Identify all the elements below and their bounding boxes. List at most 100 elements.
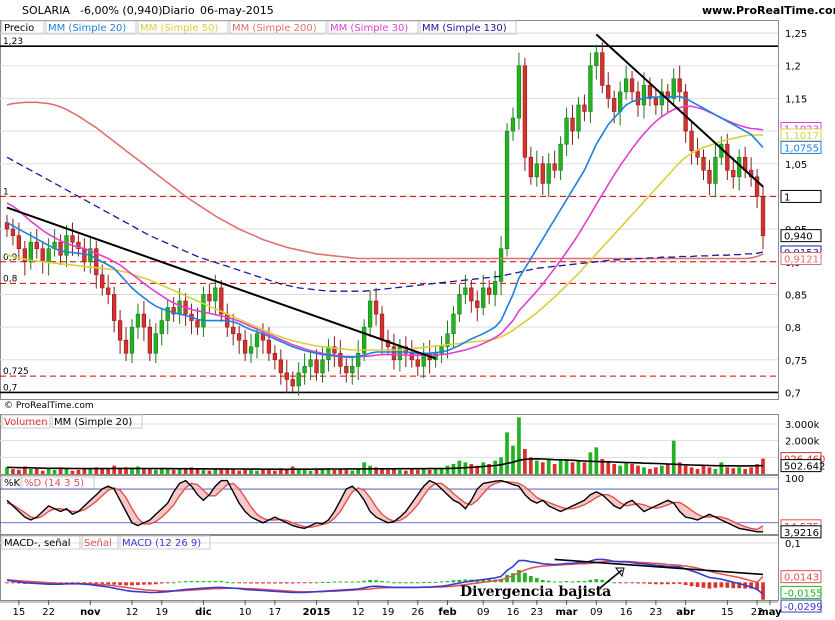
candle: [106, 287, 111, 295]
candle: [612, 98, 617, 112]
macd-histogram-bar: [725, 582, 730, 588]
candle: [165, 307, 170, 321]
volume-bar: [588, 452, 593, 474]
volume-bar: [219, 469, 224, 474]
candle: [344, 366, 349, 374]
x-tick-label: 17: [269, 607, 282, 618]
volume-bar: [195, 469, 200, 474]
candle: [28, 241, 33, 263]
volume-bar: [445, 465, 450, 474]
volume-bar: [582, 462, 587, 474]
macd-histogram-bar: [380, 581, 384, 583]
macd-histogram-bar: [552, 581, 557, 583]
last-value-label: 502.642: [784, 462, 825, 473]
macd-histogram-bar: [112, 582, 116, 585]
macd-histogram-bar: [695, 582, 700, 587]
macd-histogram-bar: [433, 581, 438, 583]
candle: [213, 287, 218, 302]
volume-bar: [654, 467, 658, 474]
macd-histogram-bar: [439, 581, 444, 583]
y-tick-label: 1,2: [785, 62, 801, 73]
macd-histogram-bar: [677, 582, 682, 584]
macd-histogram-bar: [624, 582, 628, 584]
volume-bar: [380, 469, 384, 474]
y-tick-label: 2.000k: [785, 437, 820, 448]
legend-item: Volumen: [4, 417, 48, 428]
volume-bar: [350, 470, 355, 474]
candle: [463, 287, 468, 295]
volume-bar: [255, 470, 259, 474]
volume-bar: [689, 467, 694, 474]
candle: [379, 313, 385, 341]
candle: [516, 65, 522, 119]
candle: [231, 326, 236, 334]
volume-bar: [534, 460, 539, 474]
candle: [522, 65, 528, 158]
x-tick-label: 12: [352, 607, 365, 618]
legend-item: MM (Simple 20): [48, 23, 126, 34]
level-label: 1: [3, 187, 9, 197]
macd-histogram-bar: [612, 582, 617, 584]
volume-bar: [165, 469, 170, 474]
macd-histogram-bar: [374, 580, 378, 583]
candle: [141, 313, 147, 328]
volume-bar: [201, 469, 206, 474]
candle: [409, 352, 414, 361]
macd-histogram-bar: [761, 582, 765, 600]
macd-histogram-bar: [314, 582, 319, 584]
candle: [58, 241, 63, 256]
macd-histogram-bar: [665, 582, 670, 585]
volume-bar: [88, 469, 93, 474]
legend-item: MM (Simple 20): [54, 417, 132, 428]
candle: [207, 294, 212, 302]
candle: [653, 98, 659, 106]
volume-bar: [719, 462, 724, 474]
y-tick-label: 0,1: [785, 539, 801, 550]
candle: [356, 352, 361, 367]
volume-bar: [493, 460, 497, 474]
volume-bar: [648, 469, 652, 474]
y-tick-label: 100: [785, 474, 804, 485]
candle: [469, 287, 474, 302]
macd-histogram-bar: [409, 582, 414, 584]
volume-bar: [523, 449, 527, 474]
macd-histogram-bar: [320, 581, 325, 583]
candle: [641, 85, 647, 106]
volume-bar: [308, 470, 313, 474]
macd-histogram-bar: [588, 579, 593, 583]
macd-histogram-bar: [392, 582, 396, 584]
legend-item: MACD-, señal: [4, 538, 71, 549]
last-value-label: 1,1017: [784, 131, 819, 142]
macd-histogram-bar: [159, 582, 164, 584]
macd-histogram-bar: [546, 580, 551, 583]
candle: [135, 313, 141, 328]
volume-bar: [148, 469, 152, 474]
legend-item: MACD (12 26 9): [122, 538, 201, 549]
copyright-label: © ProRealTime.com: [4, 401, 94, 411]
last-value-tag: 0,9121: [780, 252, 822, 266]
macd-histogram-bar: [213, 581, 218, 583]
candle: [635, 91, 641, 106]
volume-bar: [70, 470, 75, 474]
last-value-tag: 0,940: [780, 229, 822, 243]
candle: [588, 65, 593, 112]
macd-histogram-bar: [540, 579, 545, 583]
candle: [606, 85, 611, 99]
chart-canvas: 1,251,21,151,11,0510,950,90,850,80,750,7…: [0, 20, 825, 618]
macd-histogram-bar: [290, 582, 295, 584]
volume-bar: [743, 469, 748, 474]
legend-item: MM (Simple 50): [140, 23, 218, 34]
macd-histogram-bar: [713, 582, 718, 588]
macd-histogram-bar: [94, 582, 99, 584]
macd-histogram-bar: [701, 582, 706, 588]
macd-histogram-bar: [594, 579, 599, 583]
volume-bar: [52, 469, 57, 474]
x-tick-label: 09: [590, 607, 603, 618]
volume-bar: [546, 459, 551, 474]
x-tick-label: 2015: [303, 607, 331, 618]
macd-histogram-bar: [189, 581, 194, 583]
volume-bar: [427, 469, 432, 474]
macd-histogram-bar: [558, 581, 563, 583]
candle: [201, 294, 206, 328]
x-tick-label: 10: [239, 607, 252, 618]
